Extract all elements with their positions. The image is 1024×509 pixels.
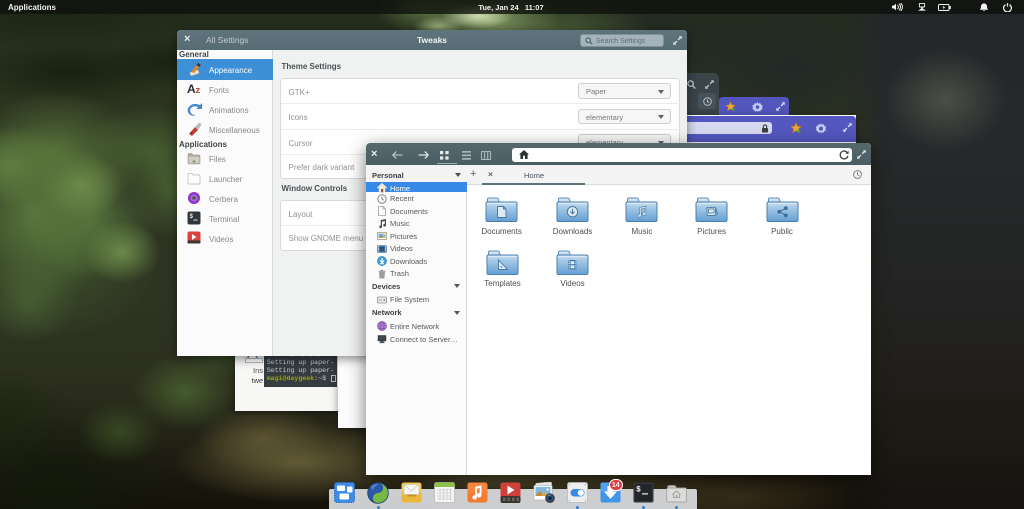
svg-text:$: $: [190, 213, 194, 220]
svg-text:$: $: [636, 486, 641, 495]
